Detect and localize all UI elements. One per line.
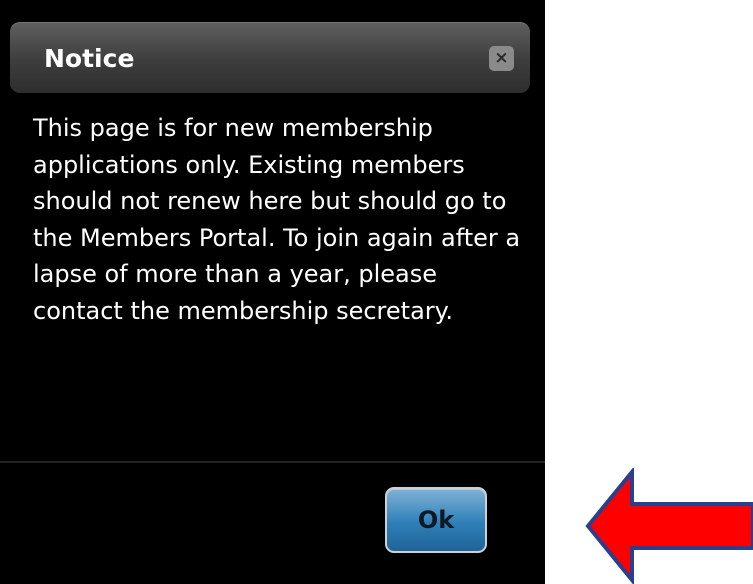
ok-button[interactable]: Ok (385, 487, 487, 553)
dialog-title: Notice (44, 44, 135, 73)
close-icon[interactable]: × (489, 46, 514, 71)
dialog-message: This page is for new membership applicat… (33, 114, 521, 325)
left-arrow-icon (585, 468, 753, 584)
dialog-titlebar: Notice × (10, 22, 530, 93)
notice-dialog: Notice × This page is for new membership… (0, 0, 545, 584)
